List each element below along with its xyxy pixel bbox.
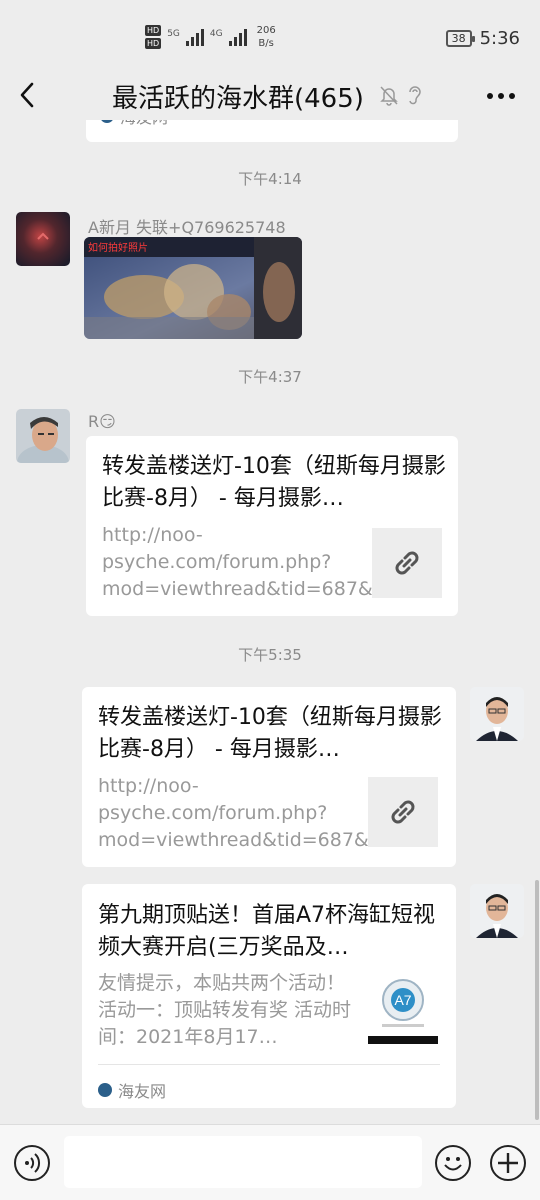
emoji-button[interactable]: [435, 1145, 471, 1181]
article-card[interactable]: 第九期顶贴送！首届A7杯海缸短视频大赛开启(三万奖品及… 友情提示，本贴共两个活…: [82, 884, 456, 1108]
source-logo-icon: [98, 1083, 112, 1097]
article-source-label: 海友网: [118, 1082, 167, 1101]
link-thumb-2: [368, 777, 438, 847]
svg-text:A7: A7: [394, 992, 411, 1008]
sender-name-1: A新月 失联+Q769625748: [88, 218, 286, 237]
image-message[interactable]: 如何拍好照片: [84, 237, 302, 339]
smiley-icon: [444, 1157, 462, 1171]
signal-icon-2: [228, 28, 247, 46]
avatar-self-2[interactable]: [470, 884, 524, 938]
clock: 5:36: [479, 28, 520, 49]
plus-icon: [498, 1153, 518, 1173]
battery-icon: 38: [445, 30, 475, 47]
link-title-2: 转发盖楼送灯-10套（纽斯每月摄影比赛-8月） - 每月摄影…: [98, 705, 442, 762]
nav-bar: 最活跃的海水群(465): [0, 72, 540, 120]
link-thumb-1: [372, 528, 442, 598]
hd-badge-bottom: HD: [145, 38, 162, 49]
sender-name-2: R😏: [88, 412, 116, 431]
chat-area[interactable]: 海友网 下午4:14 A新月 失联+Q769625748: [0, 120, 540, 1124]
ear-icon: [409, 86, 421, 105]
network-speed: 206 B/s: [257, 24, 276, 50]
avatar-sender-2[interactable]: [16, 409, 70, 463]
avatar-image: [470, 687, 524, 741]
signal-icon-1: [185, 28, 204, 46]
speed-value: 206: [256, 25, 276, 36]
timestamp-2: 下午4:37: [238, 368, 302, 386]
link-icon: [395, 551, 419, 575]
voice-wave-icon: [25, 1153, 41, 1173]
link-card-1[interactable]: 转发盖楼送灯-10套（纽斯每月摄影比赛-8月） - 每月摄影… http://n…: [86, 436, 458, 616]
more-options-icon[interactable]: [486, 92, 516, 100]
link-card-2[interactable]: 转发盖楼送灯-10套（纽斯每月摄影比赛-8月） - 每月摄影… http://n…: [82, 687, 456, 867]
avatar-image: [470, 884, 524, 938]
more-actions-button[interactable]: [490, 1145, 526, 1181]
status-right: 38 5:36: [445, 28, 520, 49]
link-desc-2: http://noo-psyche.com/forum.php?mod=view…: [98, 775, 418, 851]
a7-logo-image: A7: [368, 979, 438, 1044]
avatar-sender-1[interactable]: [16, 212, 70, 266]
voice-input-button[interactable]: [14, 1145, 50, 1181]
divider: [98, 1064, 440, 1065]
timestamp-1: 下午4:14: [238, 170, 302, 188]
hd-badges: HD HD: [145, 25, 162, 49]
article-thumb: A7: [368, 974, 438, 1044]
partial-source-row: 海友网: [100, 120, 168, 128]
scrollbar[interactable]: [535, 880, 539, 1120]
link-title-1: 转发盖楼送灯-10套（纽斯每月摄影比赛-8月） - 每月摄影…: [102, 454, 446, 511]
status-bar: HD HD 5G 4G 206 B/s 38 5:36: [0, 0, 540, 72]
image-caption: 如何拍好照片: [88, 243, 148, 254]
link-icon: [391, 800, 415, 824]
network-status: HD HD 5G 4G 206 B/s: [145, 24, 276, 50]
message-input[interactable]: [64, 1136, 422, 1188]
network-type-2: 4G: [209, 28, 223, 39]
article-title: 第九期顶贴送！首届A7杯海缸短视频大赛开启(三万奖品及…: [98, 903, 436, 960]
link-desc-1: http://noo-psyche.com/forum.php?mod=view…: [102, 524, 422, 600]
article-source-row: 海友网: [98, 1078, 166, 1102]
back-arrow-icon[interactable]: [14, 80, 42, 110]
avatar-self[interactable]: [470, 687, 524, 741]
network-type-1: 5G: [167, 28, 180, 39]
avatar-image: [16, 212, 70, 266]
source-logo-icon: [100, 120, 114, 123]
mute-bell-icon: [380, 86, 398, 106]
input-bar: [0, 1124, 540, 1200]
timestamp-3: 下午5:35: [238, 646, 302, 664]
partial-source-label: 海友网: [120, 120, 168, 128]
avatar-image: [16, 409, 70, 463]
article-desc: 友情提示，本贴共两个活动！活动一：顶贴转发有奖 活动时间：2021年8月17…: [98, 972, 352, 1048]
hd-badge-top: HD: [145, 25, 162, 36]
chat-title: 最活跃的海水群(465): [112, 84, 364, 114]
speed-unit: B/s: [258, 38, 274, 49]
partial-link-card[interactable]: 海友网: [86, 120, 458, 142]
